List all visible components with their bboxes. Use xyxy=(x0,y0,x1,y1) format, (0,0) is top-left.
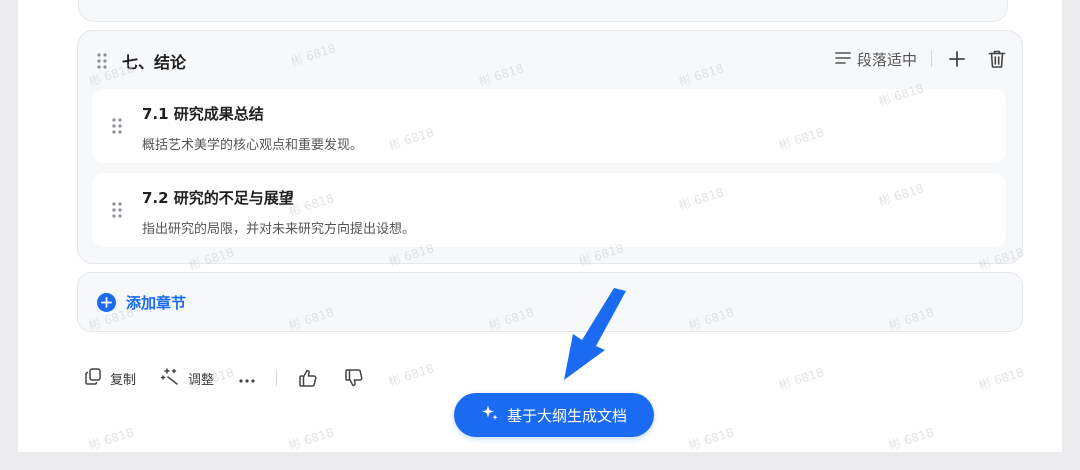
subsection-card[interactable]: 7.1 研究成果总结 概括艺术美学的核心观点和重要发现。 xyxy=(92,89,1006,163)
subsection-card[interactable]: 7.2 研究的不足与展望 指出研究的局限，并对未来研究方向提出设想。 xyxy=(92,173,1006,247)
adjust-button[interactable]: 调整 xyxy=(160,367,214,389)
outline-panel: 七、结论 段落适中 7.1 研究成果总结 概括艺术美学的核心观点和重要发现。 7… xyxy=(18,0,1062,452)
align-lines-icon xyxy=(835,50,851,69)
subsection-description: 概括艺术美学的核心观点和重要发现。 xyxy=(142,138,364,153)
more-dots-icon xyxy=(238,369,256,388)
plus-circle-icon xyxy=(97,293,116,312)
generate-document-label: 基于大纲生成文档 xyxy=(506,406,627,425)
subsection-title: 7.2 研究的不足与展望 xyxy=(142,189,294,207)
sparkle-magic-icon xyxy=(160,367,180,389)
thumbs-down-icon xyxy=(345,369,363,387)
add-chapter-button[interactable]: 添加章节 xyxy=(77,272,1023,332)
copy-button[interactable]: 复制 xyxy=(84,367,136,389)
arrow-pointer xyxy=(564,288,626,380)
adjust-label: 调整 xyxy=(188,372,215,388)
thumbs-up-icon xyxy=(299,369,317,387)
watermark: 彬 6818 xyxy=(777,365,826,393)
previous-section-edge xyxy=(78,0,1008,22)
actions-divider xyxy=(276,370,278,386)
watermark: 彬 6818 xyxy=(977,365,1026,393)
watermark: 彬 6818 xyxy=(287,425,336,452)
watermark: 彬 6818 xyxy=(387,361,436,389)
copy-label: 复制 xyxy=(110,372,137,388)
section-title: 七、结论 xyxy=(122,53,187,72)
subsection-title: 7.1 研究成果总结 xyxy=(142,105,264,123)
like-button[interactable] xyxy=(297,367,319,389)
add-chapter-label: 添加章节 xyxy=(126,294,187,312)
sparkle-icon xyxy=(481,404,499,426)
watermark: 彬 6818 xyxy=(87,425,136,452)
watermark: 彬 6818 xyxy=(687,425,736,452)
toolbar-divider xyxy=(931,51,932,67)
section-toolbar: 段落适中 xyxy=(835,47,1008,71)
drag-handle-icon[interactable] xyxy=(112,202,122,218)
more-button[interactable] xyxy=(238,369,256,388)
section-card-conclusion: 七、结论 段落适中 7.1 研究成果总结 概括艺术美学的核心观点和重要发现。 7… xyxy=(77,30,1023,264)
plus-icon xyxy=(949,51,965,67)
add-subsection-button[interactable] xyxy=(946,48,968,70)
paragraph-density-button[interactable]: 段落适中 xyxy=(835,49,917,70)
trash-icon xyxy=(988,50,1006,68)
delete-section-button[interactable] xyxy=(986,48,1008,70)
drag-handle-icon[interactable] xyxy=(112,118,122,134)
drag-handle-icon[interactable] xyxy=(97,53,107,69)
watermark: 彬 6818 xyxy=(887,425,936,452)
paragraph-density-label: 段落适中 xyxy=(856,50,917,69)
subsection-description: 指出研究的局限，并对未来研究方向提出设想。 xyxy=(142,222,416,237)
dislike-button[interactable] xyxy=(343,367,365,389)
message-actions: 复制 调整 xyxy=(84,364,389,392)
copy-icon xyxy=(84,367,102,389)
generate-document-button[interactable]: 基于大纲生成文档 xyxy=(454,393,654,437)
